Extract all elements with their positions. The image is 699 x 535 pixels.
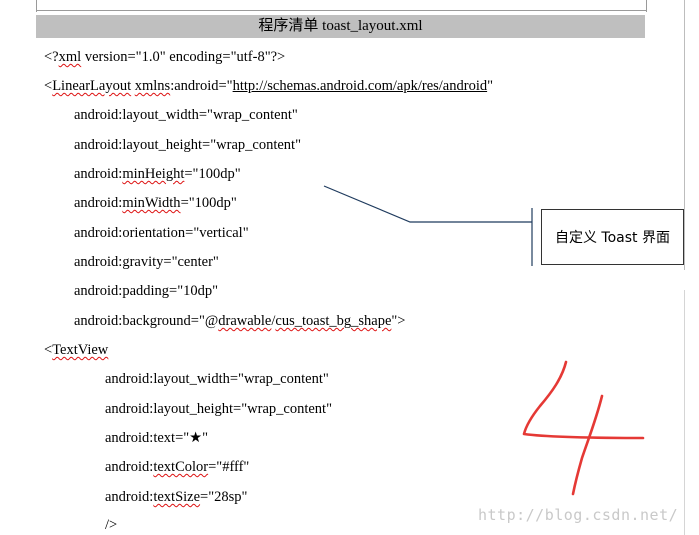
handwritten-four-stem <box>571 394 604 496</box>
handwritten-four-stroke <box>522 360 645 440</box>
annotation-overlay <box>323 185 645 496</box>
callout-label: 自定义 Toast 界面 <box>554 230 670 246</box>
watermark: http://blog.csdn.net/ <box>478 506 679 524</box>
callout-custom-toast: 自定义 Toast 界面 <box>541 209 684 265</box>
callout-leader-line <box>323 185 532 223</box>
